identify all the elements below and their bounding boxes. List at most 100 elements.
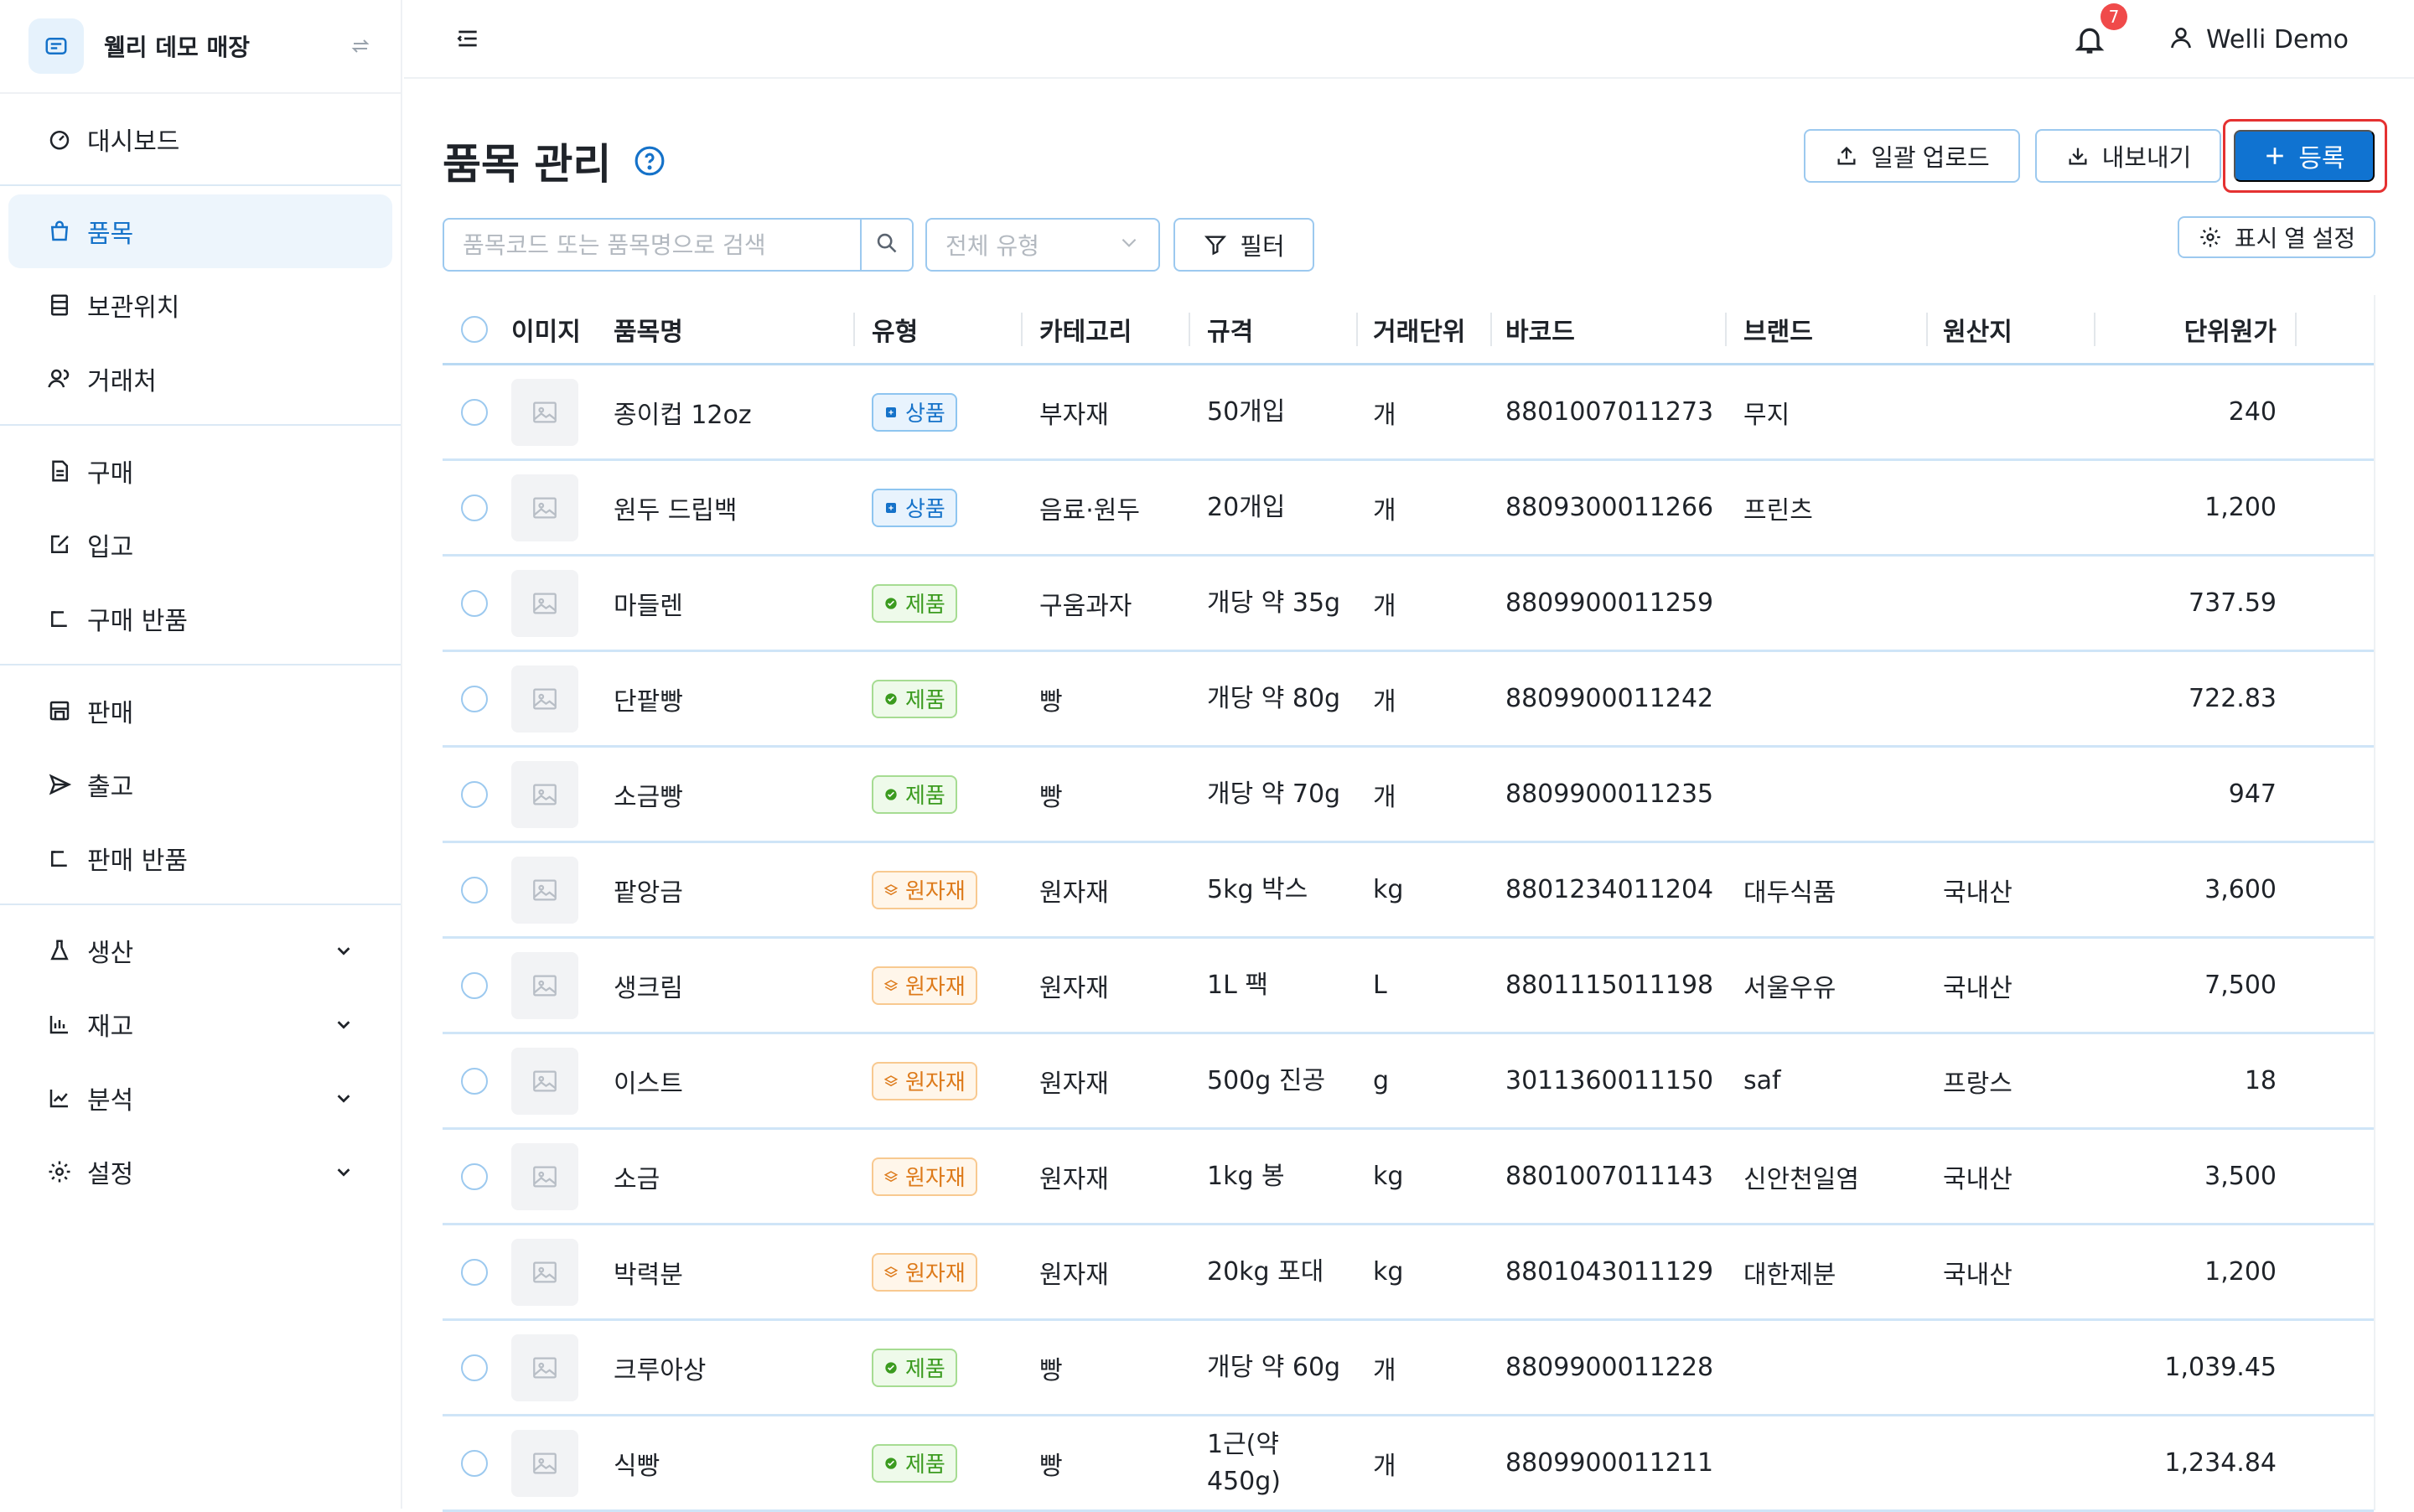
row-checkbox[interactable] bbox=[461, 1354, 488, 1381]
cell-name[interactable]: 식빵 bbox=[605, 1416, 855, 1509]
table-row[interactable]: 종이컵 12oz 상품 부자재 50개입 개 8801007011273 무지 240 bbox=[443, 365, 2374, 461]
row-image-cell bbox=[511, 1130, 605, 1223]
sidebar-item-items[interactable]: 품목 bbox=[8, 194, 392, 268]
header-brand[interactable]: 브랜드 bbox=[1727, 294, 1928, 365]
row-checkbox[interactable] bbox=[461, 494, 488, 521]
cell-name[interactable]: 박력분 bbox=[605, 1225, 855, 1318]
sidebar-item-storage[interactable]: 보관위치 bbox=[8, 268, 392, 342]
table-row[interactable]: 박력분 원자재 원자재 20kg 포대 kg 8801043011129 대한제분 국내산 1,… bbox=[443, 1225, 2374, 1321]
type-badge-label: 원자재 bbox=[905, 1166, 966, 1191]
cell-name[interactable]: 종이컵 12oz bbox=[605, 365, 855, 458]
cell-name[interactable]: 팥앙금 bbox=[605, 843, 855, 936]
sidebar-item-sales-return[interactable]: 판매 반품 bbox=[8, 821, 392, 895]
user-name: Welli Demo bbox=[2206, 24, 2349, 54]
cell-name[interactable]: 소금 bbox=[605, 1130, 855, 1223]
header-type[interactable]: 유형 bbox=[855, 294, 1023, 365]
cell-name[interactable]: 단팥빵 bbox=[605, 652, 855, 745]
sidebar-item-label: 보관위치 bbox=[87, 293, 180, 323]
sidebar-item-partners[interactable]: 거래처 bbox=[8, 342, 392, 416]
sidebar-group-sales: 판매 출고 판매 반품 bbox=[0, 665, 401, 905]
table-row[interactable]: 마들렌 제품 구움과자 개당 약 35g 개 8809900011259 737.59 bbox=[443, 557, 2374, 652]
row-checkbox[interactable] bbox=[461, 971, 488, 999]
header-name[interactable]: 품목명 bbox=[605, 294, 855, 365]
help-icon[interactable] bbox=[633, 144, 666, 178]
cell-price: 1,234.84 bbox=[2164, 1448, 2277, 1478]
sidebar-item-sales[interactable]: 판매 bbox=[8, 674, 392, 748]
store-header[interactable]: 웰리 데모 매장 bbox=[0, 0, 401, 94]
type-badge: 상품 bbox=[872, 392, 957, 432]
row-checkbox-cell bbox=[443, 461, 511, 554]
cell-barcode: 8801115011198 bbox=[1505, 971, 1714, 1000]
cell-name[interactable]: 원두 드립백 bbox=[605, 461, 855, 554]
search-input[interactable] bbox=[444, 220, 860, 270]
row-checkbox-cell bbox=[443, 843, 511, 936]
table-row[interactable]: 단팥빵 제품 빵 개당 약 80g 개 8809900011242 722.83 bbox=[443, 652, 2374, 748]
row-image-cell bbox=[511, 461, 605, 554]
sidebar-item-analytics[interactable]: 분석 bbox=[8, 1061, 392, 1135]
row-checkbox[interactable] bbox=[461, 1162, 488, 1190]
cell-price: 240 bbox=[2228, 397, 2277, 427]
table-row[interactable]: 생크림 원자재 원자재 1L 팩 L 8801115011198 서울우유 국내산 7,500 bbox=[443, 939, 2374, 1034]
header-spec[interactable]: 규격 bbox=[1190, 294, 1358, 365]
column-settings-button[interactable]: 표시 열 설정 bbox=[2178, 216, 2375, 258]
switch-store-icon[interactable] bbox=[349, 34, 372, 58]
header-origin[interactable]: 원산지 bbox=[1928, 294, 2095, 365]
export-button[interactable]: 내보내기 bbox=[2035, 129, 2221, 183]
goods-icon bbox=[883, 405, 899, 420]
table-row[interactable]: 팥앙금 원자재 원자재 5kg 박스 kg 8801234011204 대두식품 국내산 3,6… bbox=[443, 843, 2374, 939]
select-all-checkbox[interactable] bbox=[461, 315, 488, 343]
cell-category: 빵 bbox=[1039, 1451, 1063, 1481]
cell-name[interactable]: 생크림 bbox=[605, 939, 855, 1032]
type-select[interactable]: 전체 유형 bbox=[925, 218, 1160, 272]
header-unit[interactable]: 거래단위 bbox=[1358, 294, 1492, 365]
row-checkbox[interactable] bbox=[461, 1258, 488, 1286]
user-menu[interactable]: Welli Demo bbox=[2168, 20, 2349, 59]
row-checkbox[interactable] bbox=[461, 685, 488, 712]
filter-button[interactable]: 필터 bbox=[1173, 218, 1314, 272]
header-barcode[interactable]: 바코드 bbox=[1492, 294, 1727, 365]
row-checkbox-cell bbox=[443, 748, 511, 841]
sidebar-item-inbound[interactable]: 입고 bbox=[8, 508, 392, 582]
search-box bbox=[443, 218, 914, 272]
table-row[interactable]: 이스트 원자재 원자재 500g 진공 g 3011360011150 saf 프랑스 18 bbox=[443, 1034, 2374, 1130]
sidebar-item-dashboard[interactable]: 대시보드 bbox=[8, 102, 392, 176]
sidebar-item-outbound[interactable]: 출고 bbox=[8, 748, 392, 821]
register-button[interactable]: 등록 bbox=[2234, 130, 2375, 182]
row-checkbox[interactable] bbox=[461, 1449, 488, 1477]
filter-icon bbox=[1203, 232, 1228, 257]
search-button[interactable] bbox=[860, 220, 912, 270]
table-row[interactable]: 소금빵 제품 빵 개당 약 70g 개 8809900011235 947 bbox=[443, 748, 2374, 843]
table-row[interactable]: 식빵 제품 빵 1근(약 450g) 개 8809900011211 1,234.84 bbox=[443, 1416, 2374, 1512]
cell-name[interactable]: 이스트 bbox=[605, 1034, 855, 1127]
row-checkbox[interactable] bbox=[461, 398, 488, 426]
sidebar-item-production[interactable]: 생산 bbox=[8, 914, 392, 987]
sidebar-item-purchase[interactable]: 구매 bbox=[8, 434, 392, 508]
table-row[interactable]: 소금 원자재 원자재 1kg 봉 kg 8801007011143 신안천일염 국내산 3,50… bbox=[443, 1130, 2374, 1225]
sidebar-item-settings[interactable]: 설정 bbox=[8, 1135, 392, 1209]
row-checkbox[interactable] bbox=[461, 1067, 488, 1095]
cell-name[interactable]: 크루아상 bbox=[605, 1321, 855, 1414]
sidebar-item-inventory[interactable]: 재고 bbox=[8, 987, 392, 1061]
cell-name[interactable]: 마들렌 bbox=[605, 557, 855, 650]
table-row[interactable]: 크루아상 제품 빵 개당 약 60g 개 8809900011228 1,039.45 bbox=[443, 1321, 2374, 1416]
notification-bell-icon[interactable] bbox=[2070, 20, 2109, 59]
row-checkbox[interactable] bbox=[461, 876, 488, 904]
cell-brand bbox=[1727, 557, 1928, 650]
image-placeholder-icon bbox=[511, 569, 578, 637]
bulk-upload-button[interactable]: 일괄 업로드 bbox=[1804, 129, 2020, 183]
row-checkbox[interactable] bbox=[461, 589, 488, 617]
cell-category: 부자재 bbox=[1039, 400, 1109, 430]
header-price[interactable]: 단위원가 bbox=[2095, 294, 2297, 365]
cell-category: 구움과자 bbox=[1039, 591, 1132, 621]
cell-type: 제품 bbox=[855, 557, 1023, 650]
layers-icon bbox=[883, 978, 899, 993]
header-category[interactable]: 카테고리 bbox=[1023, 294, 1190, 365]
table-row[interactable]: 원두 드립백 상품 음료·원두 20개입 개 8809300011266 프린츠 1,200 bbox=[443, 461, 2374, 557]
row-checkbox[interactable] bbox=[461, 780, 488, 808]
cell-origin bbox=[1928, 461, 2095, 554]
cell-brand bbox=[1727, 652, 1928, 745]
check-circle-icon bbox=[883, 787, 899, 802]
menu-toggle-icon[interactable] bbox=[453, 23, 483, 54]
sidebar-item-purchase-return[interactable]: 구매 반품 bbox=[8, 582, 392, 655]
cell-name[interactable]: 소금빵 bbox=[605, 748, 855, 841]
